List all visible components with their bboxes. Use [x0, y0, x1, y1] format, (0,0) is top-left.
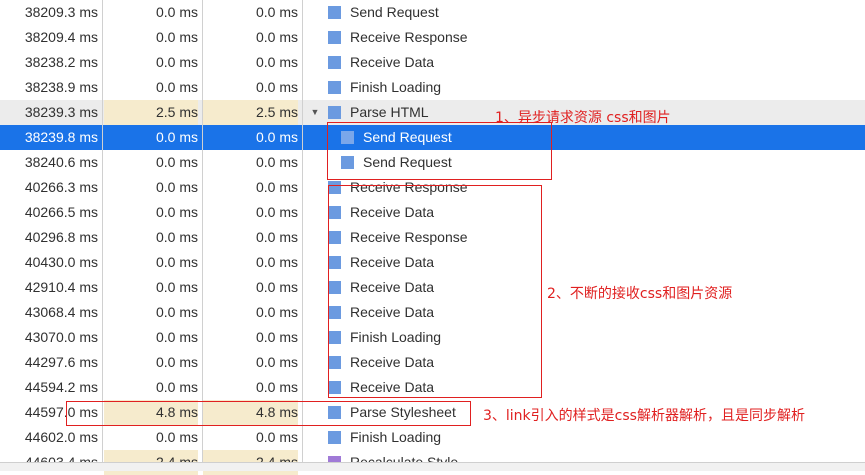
- total-time-cell: 0.0 ms: [255, 229, 298, 245]
- total-time-cell: 0.0 ms: [255, 129, 298, 145]
- total-time-cell: 0.0 ms: [255, 254, 298, 270]
- start-time-cell: 40266.3 ms: [24, 179, 98, 195]
- start-time-cell: 38240.6 ms: [24, 154, 98, 170]
- event-category-icon: [328, 431, 341, 444]
- event-row[interactable]: 38238.9 ms 0.0 ms 0.0 ms Finish Loading: [0, 75, 865, 100]
- event-row[interactable]: 38238.2 ms 0.0 ms 0.0 ms Receive Data: [0, 50, 865, 75]
- event-category-icon: [328, 106, 341, 119]
- total-time-cell: 0.0 ms: [255, 279, 298, 295]
- start-time-cell: 44594.2 ms: [24, 379, 98, 395]
- start-time-cell: 40430.0 ms: [24, 254, 98, 270]
- event-name: Send Request: [350, 4, 439, 20]
- self-time-cell: 0.0 ms: [155, 129, 198, 145]
- total-time-cell: 0.0 ms: [255, 204, 298, 220]
- self-time-cell: 0.0 ms: [155, 354, 198, 370]
- self-time-cell: 0.0 ms: [155, 329, 198, 345]
- column-divider-start[interactable]: [102, 0, 103, 462]
- event-row[interactable]: 44602.0 ms 0.0 ms 0.0 ms Finish Loading: [0, 425, 865, 450]
- annotation-note-2: 2、不断的接收css和图片资源: [547, 286, 733, 302]
- start-time-cell: 38239.3 ms: [24, 104, 98, 120]
- start-time-cell: 43070.0 ms: [24, 329, 98, 345]
- start-time-cell: 44297.6 ms: [24, 354, 98, 370]
- start-time-cell: 43068.4 ms: [24, 304, 98, 320]
- total-time-cell: 0.0 ms: [255, 304, 298, 320]
- total-time-cell: 0.0 ms: [255, 29, 298, 45]
- event-category-icon: [328, 31, 341, 44]
- annotation-note-1: 1、异步请求资源 css和图片: [495, 110, 671, 126]
- event-row[interactable]: 38209.3 ms 0.0 ms 0.0 ms Send Request: [0, 0, 865, 25]
- self-time-cell: 0.0 ms: [155, 79, 198, 95]
- start-time-cell: 42910.4 ms: [24, 279, 98, 295]
- total-time-cell: 0.0 ms: [255, 79, 298, 95]
- annotation-box-parse-stylesheet: [66, 401, 471, 426]
- total-time-cell: 0.0 ms: [255, 179, 298, 195]
- total-time-cell: 0.0 ms: [255, 54, 298, 70]
- self-time-cell: 0.0 ms: [155, 154, 198, 170]
- start-time-cell: 38239.8 ms: [24, 129, 98, 145]
- annotation-note-3: 3、link引入的样式是css解析器解析，且是同步解析: [483, 408, 805, 424]
- start-time-cell: 38209.3 ms: [24, 4, 98, 20]
- column-divider-total[interactable]: [302, 0, 303, 462]
- event-category-icon: [328, 6, 341, 19]
- total-time-cell: 0.0 ms: [255, 429, 298, 445]
- annotation-box-receive-data: [328, 185, 542, 398]
- self-time-cell: 0.0 ms: [155, 279, 198, 295]
- event-name: Finish Loading: [350, 429, 442, 445]
- column-divider-self[interactable]: [202, 0, 203, 462]
- event-row[interactable]: 38209.4 ms 0.0 ms 0.0 ms Receive Response: [0, 25, 865, 50]
- total-time-cell: 0.0 ms: [255, 354, 298, 370]
- start-time-cell: 38238.9 ms: [24, 79, 98, 95]
- self-time-cell: 0.0 ms: [155, 379, 198, 395]
- annotation-box-send-requests: [327, 122, 552, 180]
- event-name: Finish Loading: [350, 79, 442, 95]
- start-time-cell: 38209.4 ms: [24, 29, 98, 45]
- self-time-cell: 0.0 ms: [155, 254, 198, 270]
- self-time-cell: 0.0 ms: [155, 304, 198, 320]
- total-time-cell: 0.0 ms: [255, 4, 298, 20]
- start-time-cell: 40266.5 ms: [24, 204, 98, 220]
- event-category-icon: [328, 81, 341, 94]
- self-time-cell: 0.0 ms: [155, 429, 198, 445]
- self-time-cell: 0.0 ms: [155, 229, 198, 245]
- start-time-cell: 38238.2 ms: [24, 54, 98, 70]
- total-time-cell: 0.0 ms: [255, 154, 298, 170]
- total-time-cell: 0.0 ms: [255, 329, 298, 345]
- self-time-cell: 2.5 ms: [104, 100, 198, 125]
- expand-triangle-icon[interactable]: ▼: [308, 100, 322, 125]
- start-time-cell: 44602.0 ms: [24, 429, 98, 445]
- total-time-cell: 0.0 ms: [255, 379, 298, 395]
- self-time-cell: 0.0 ms: [155, 179, 198, 195]
- self-time-cell: 0.0 ms: [155, 54, 198, 70]
- total-time-cell: 2.5 ms: [203, 100, 298, 125]
- self-time-cell: 0.0 ms: [155, 29, 198, 45]
- event-name: Receive Data: [350, 54, 435, 70]
- event-name: Receive Response: [350, 29, 468, 45]
- self-time-cell: 0.0 ms: [155, 204, 198, 220]
- start-time-cell: 40296.8 ms: [24, 229, 98, 245]
- self-time-cell: 0.0 ms: [155, 4, 198, 20]
- event-category-icon: [328, 56, 341, 69]
